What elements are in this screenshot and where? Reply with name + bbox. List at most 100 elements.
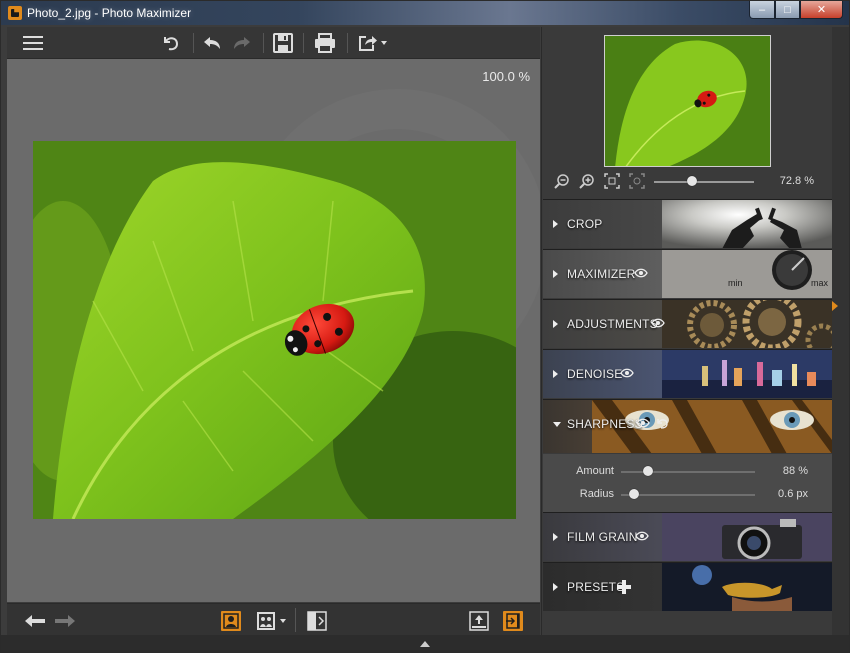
redo-button[interactable]: [230, 31, 254, 55]
section-label: SHARPNESS: [567, 417, 643, 431]
single-view-icon: [221, 611, 241, 631]
add-preset-icon[interactable]: [617, 580, 631, 594]
section-denoise[interactable]: DENOISE: [543, 349, 832, 398]
section-label: MAXIMIZER: [567, 267, 636, 281]
navigator-zoom-slider[interactable]: [654, 181, 754, 183]
section-label: FILM GRAIN: [567, 530, 638, 544]
dial-min-label: min: [728, 278, 743, 288]
previous-image-button[interactable]: [23, 610, 47, 632]
upload-button[interactable]: [467, 610, 491, 632]
zoom-out-icon[interactable]: [554, 173, 570, 189]
maximize-button[interactable]: □: [775, 1, 800, 19]
image-canvas[interactable]: 100.0 %: [7, 59, 540, 602]
app-logo-icon: [8, 6, 22, 20]
navigator-zoom-readout: 72.8 %: [779, 175, 814, 187]
zoom-in-icon[interactable]: [579, 173, 595, 189]
visibility-eye-icon[interactable]: [636, 418, 650, 428]
compare-view-button[interactable]: [253, 610, 289, 632]
toolbar-separator: [263, 33, 264, 53]
visibility-eye-icon[interactable]: [651, 318, 665, 328]
arrow-right-icon: [55, 615, 75, 627]
section-adjustments[interactable]: ADJUSTMENTS: [543, 299, 832, 348]
section-crop[interactable]: CROP: [543, 199, 832, 248]
undo-button[interactable]: [200, 31, 224, 55]
amount-label: Amount: [576, 465, 614, 477]
minimize-icon: –: [758, 3, 766, 16]
city-skyline-banner: [662, 350, 832, 398]
section-presets[interactable]: PRESETS: [543, 562, 832, 611]
navigator-controls: 72.8 %: [554, 173, 824, 191]
toolbar-separator: [295, 608, 296, 632]
section-sharpness[interactable]: SHARPNESS: [543, 399, 832, 453]
single-view-button[interactable]: [219, 610, 243, 632]
save-icon: [273, 33, 293, 53]
toolbar-separator: [193, 33, 194, 53]
app-window: Photo_2.jpg - Photo Maximizer – □ ✕ 100.…: [0, 0, 850, 653]
expand-arrow-icon: [553, 220, 558, 228]
title-bar: Photo_2.jpg - Photo Maximizer – □ ✕: [1, 1, 849, 25]
expand-filmstrip-icon[interactable]: [420, 640, 430, 647]
split-view-button[interactable]: [305, 610, 329, 632]
toolbar-separator: [347, 33, 348, 53]
undo-all-button[interactable]: [159, 31, 183, 55]
navigator-thumbnail[interactable]: [604, 35, 771, 167]
panel-toggle-icon: [503, 611, 523, 631]
window-title: Photo_2.jpg - Photo Maximizer: [27, 6, 192, 20]
section-label: CROP: [567, 217, 603, 231]
collapse-panel-arrow-icon[interactable]: [832, 301, 838, 311]
maximizer-dial-banner: [662, 250, 832, 298]
undo-icon: [204, 37, 220, 49]
toolbar-separator: [303, 33, 304, 53]
split-view-icon: [307, 611, 327, 631]
export-button[interactable]: [355, 31, 389, 55]
vintage-camera-banner: [662, 513, 832, 561]
section-maximizer[interactable]: MAXIMIZER min max: [543, 249, 832, 298]
amount-row: Amount 88 %: [543, 462, 832, 482]
minimize-button[interactable]: –: [749, 1, 775, 19]
actual-size-icon[interactable]: [629, 173, 645, 189]
redo-icon: [234, 37, 250, 49]
export-icon: [358, 36, 377, 51]
expand-arrow-icon: [553, 370, 558, 378]
upload-icon: [469, 611, 489, 631]
save-button[interactable]: [271, 31, 295, 55]
amount-slider-knob[interactable]: [642, 466, 653, 476]
toggle-panel-button[interactable]: [501, 610, 525, 632]
navigator-image: [605, 36, 770, 166]
maximize-icon: □: [784, 3, 791, 16]
reset-icon[interactable]: [655, 417, 668, 429]
close-icon: ✕: [816, 4, 827, 16]
expand-arrow-icon: [553, 320, 558, 328]
section-label: DENOISE: [567, 367, 623, 381]
fit-to-window-icon[interactable]: [604, 173, 620, 189]
expand-arrow-icon: [553, 533, 558, 541]
menu-button[interactable]: [21, 31, 45, 55]
print-icon: [315, 33, 335, 53]
close-button[interactable]: ✕: [800, 1, 843, 19]
chevron-down-icon: [280, 619, 286, 623]
ladybug-leaf-image: [33, 141, 516, 519]
sharpness-controls: Amount 88 % Radius 0.6 px: [543, 454, 832, 512]
right-panel: 72.8 % CROP MAXIMIZER min max ADJUSTMENT…: [541, 27, 832, 635]
radius-slider-knob[interactable]: [629, 489, 640, 499]
visibility-eye-icon[interactable]: [635, 531, 649, 541]
next-image-button[interactable]: [53, 610, 77, 632]
radius-slider[interactable]: [621, 494, 755, 496]
radius-row: Radius 0.6 px: [543, 485, 832, 505]
expand-arrow-icon: [553, 270, 558, 278]
compare-view-icon: [257, 612, 275, 630]
photo-preview[interactable]: [33, 141, 516, 519]
visibility-eye-icon[interactable]: [620, 368, 634, 378]
section-film-grain[interactable]: FILM GRAIN: [543, 512, 832, 561]
print-button[interactable]: [313, 31, 337, 55]
radius-value: 0.6 px: [778, 488, 808, 500]
amount-value: 88 %: [782, 465, 808, 477]
visibility-eye-icon[interactable]: [634, 268, 648, 278]
navigator-zoom-slider-knob[interactable]: [687, 176, 697, 186]
radius-label: Radius: [579, 488, 614, 500]
right-edge-strip: [832, 27, 849, 635]
expand-arrow-icon: [553, 583, 558, 591]
section-label: ADJUSTMENTS: [567, 317, 658, 331]
amount-slider[interactable]: [621, 471, 755, 473]
main-toolbar: [7, 27, 540, 59]
